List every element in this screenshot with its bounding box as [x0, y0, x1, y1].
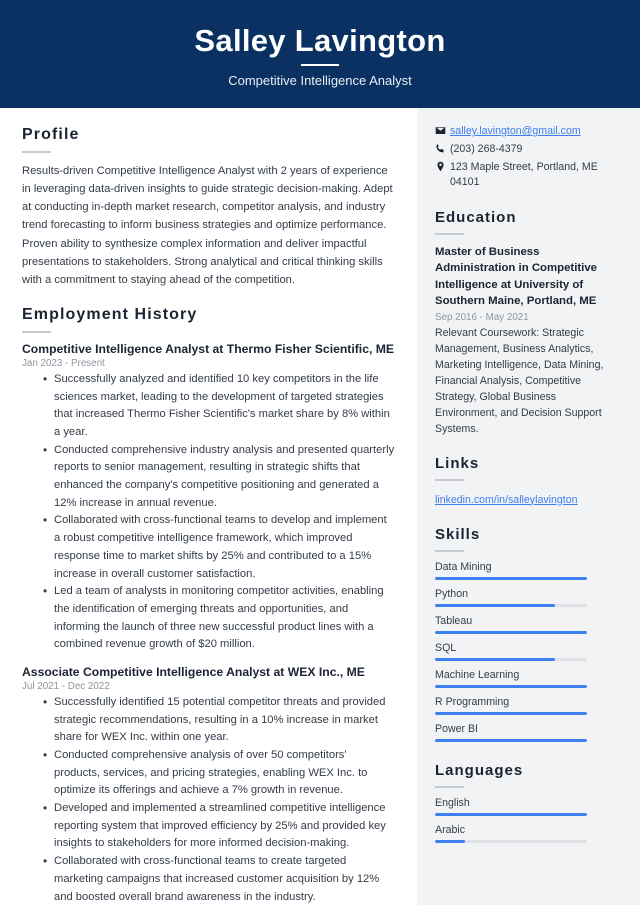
skill-label: Machine Learning [435, 668, 520, 681]
education-heading-rule [435, 233, 464, 236]
skill-bar-track [435, 738, 587, 742]
skill-label: Tableau [435, 614, 473, 627]
employment-date: Jan 2023 - Present [22, 357, 105, 369]
links-heading: Links [435, 454, 480, 472]
links-heading-rule [435, 478, 464, 481]
skill-item: Power BI [435, 723, 620, 742]
employment-bullet: Developed and implemented a streamlined … [43, 799, 395, 853]
candidate-job-title: Competitive Intelligence Analyst [228, 73, 412, 89]
envelope-icon [435, 124, 450, 136]
contact-email-text: salley.lavington@gmail.com [450, 124, 620, 139]
skill-bar-fill [435, 630, 587, 634]
employment-bullet: Conducted comprehensive industry analysi… [43, 441, 395, 513]
sidebar-column: salley.lavington@gmail.com (203) 268-437… [417, 108, 640, 905]
languages-heading: Languages [435, 761, 524, 779]
language-bar-track [435, 812, 587, 816]
resume-header: Salley Lavington Competitive Intelligenc… [0, 0, 640, 108]
language-bar-fill [435, 839, 466, 843]
phone-icon [435, 142, 450, 154]
skill-bar-track [435, 630, 587, 634]
skill-label: Python [435, 587, 468, 600]
contact-address-row: 123 Maple Street, Portland, ME 04101 [435, 160, 620, 190]
section-links: Links linkedin.com/in/salleylavington [435, 455, 620, 508]
contact-email-row: salley.lavington@gmail.com [435, 124, 620, 139]
language-bar-fill [435, 812, 587, 816]
language-label: English [435, 796, 470, 809]
location-pin-icon [435, 160, 450, 172]
education-description: Relevant Coursework: Strategic Managemen… [435, 326, 604, 436]
employment-bullet: Successfully identified 15 potential com… [43, 693, 395, 747]
employment-bullet: Conducted comprehensive analysis of over… [43, 746, 395, 800]
skill-label: SQL [435, 641, 457, 654]
skill-item: R Programming [435, 696, 620, 715]
language-label: Arabic [435, 823, 466, 836]
header-divider [301, 64, 339, 67]
employment-heading-rule [22, 330, 51, 333]
skill-label: Data Mining [435, 560, 492, 573]
skill-bar-fill [435, 657, 556, 661]
section-profile: Profile Results-driven Competitive Intel… [22, 126, 395, 289]
employment-bullet: Successfully analyzed and identified 10 … [43, 370, 395, 442]
language-item: Arabic [435, 824, 620, 843]
education-degree: Master of Business Administration in Com… [435, 246, 598, 307]
skill-item: Tableau [435, 615, 620, 634]
skill-bar-track [435, 603, 587, 607]
contact-phone-row: (203) 268-4379 [435, 142, 620, 157]
employment-bullet: Led a team of analysts in monitoring com… [43, 582, 395, 654]
resume-body: Profile Results-driven Competitive Intel… [0, 108, 640, 905]
email-link[interactable]: salley.lavington@gmail.com [450, 125, 581, 137]
skill-label: Power BI [435, 722, 478, 735]
employment-title: Associate Competitive Intelligence Analy… [22, 664, 365, 679]
section-employment-history: Employment History Competitive Intellige… [22, 306, 395, 905]
skill-item: Machine Learning [435, 669, 620, 688]
employment-heading: Employment History [22, 305, 198, 323]
skill-bar-fill [435, 711, 587, 715]
profile-heading: Profile [22, 126, 80, 143]
contact-phone-text: (203) 268-4379 [450, 143, 523, 156]
employment-bullet: Collaborated with cross-functional teams… [43, 511, 395, 583]
contact-address-text: 123 Maple Street, Portland, ME 04101 [450, 161, 598, 189]
skill-bar-fill [435, 738, 587, 742]
resume-page: Salley Lavington Competitive Intelligenc… [0, 0, 640, 905]
education-heading: Education [435, 209, 517, 227]
skill-bar-fill [435, 576, 587, 580]
profile-text: Results-driven Competitive Intelligence … [22, 165, 393, 286]
employment-date: Jul 2021 - Dec 2022 [22, 680, 110, 692]
languages-heading-rule [435, 785, 464, 788]
section-languages: Languages English Arabic [435, 762, 620, 843]
employment-title: Competitive Intelligence Analyst at Ther… [22, 341, 395, 356]
skill-bar-fill [435, 684, 587, 688]
employment-entry: Associate Competitive Intelligence Analy… [22, 665, 395, 905]
language-bar-track [435, 839, 587, 843]
main-column: Profile Results-driven Competitive Intel… [0, 108, 417, 905]
language-item: English [435, 797, 620, 816]
linkedin-link[interactable]: linkedin.com/in/salleylavington [435, 494, 578, 506]
section-skills: Skills Data Mining Python Tableau SQL Ma… [435, 526, 620, 742]
skill-bar-track [435, 657, 587, 661]
employment-bullets: Successfully analyzed and identified 10 … [26, 370, 395, 654]
contact-block: salley.lavington@gmail.com (203) 268-437… [435, 124, 620, 190]
skill-bar-fill [435, 603, 556, 607]
employment-bullets: Successfully identified 15 potential com… [26, 693, 395, 905]
skill-bar-track [435, 576, 587, 580]
candidate-name: Salley Lavington [194, 22, 446, 58]
skill-item: Data Mining [435, 561, 620, 580]
profile-heading-rule [22, 151, 51, 153]
employment-bullet: Collaborated with cross-functional teams… [43, 852, 395, 905]
section-education: Education Master of Business Administrat… [435, 209, 620, 437]
education-date: Sep 2016 - May 2021 [435, 311, 529, 323]
skills-heading-rule [435, 549, 464, 552]
skill-item: Python [435, 588, 620, 607]
skill-item: SQL [435, 642, 620, 661]
skill-bar-track [435, 684, 587, 688]
employment-entry: Competitive Intelligence Analyst at Ther… [22, 342, 395, 654]
skills-heading: Skills [435, 525, 481, 543]
skill-label: R Programming [435, 695, 510, 708]
skill-bar-track [435, 711, 587, 715]
